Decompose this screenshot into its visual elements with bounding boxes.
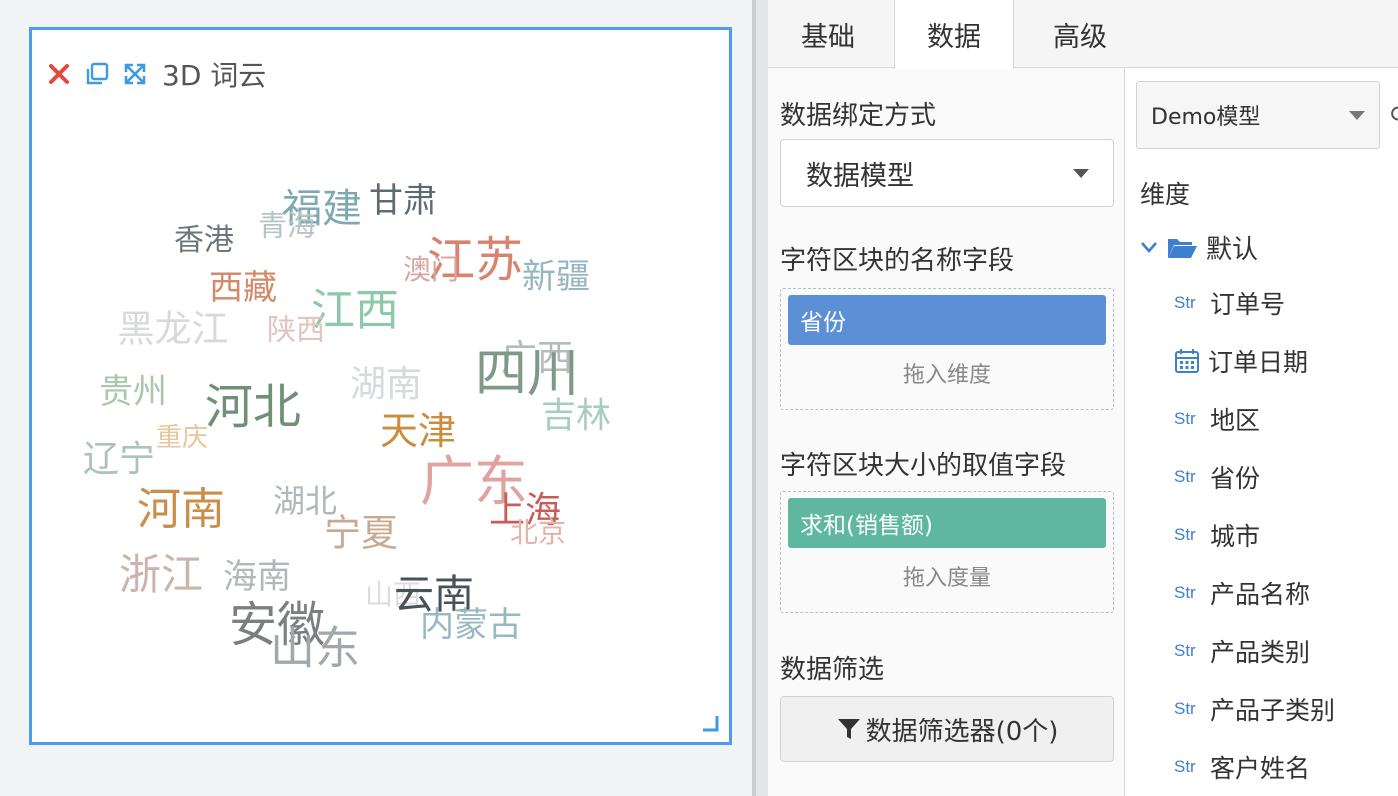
widget-title: 3D 词云 (162, 59, 267, 92)
chevron-down-icon[interactable] (1140, 240, 1158, 254)
cloud-word[interactable]: 四川 (475, 348, 579, 400)
model-select[interactable]: Demo模型 (1136, 81, 1380, 149)
calendar-icon (1175, 349, 1199, 373)
field-item[interactable]: Str 省份 (1174, 457, 1260, 497)
filter-label: 数据筛选 (780, 655, 885, 685)
folder-label: 默认 (1206, 234, 1259, 265)
field-item[interactable]: 订单日期 (1174, 341, 1308, 381)
panel-splitter[interactable] (752, 0, 768, 796)
cloud-word[interactable]: 内蒙古 (420, 608, 522, 642)
filter-icon (837, 719, 860, 739)
tab-data[interactable]: 数据 (894, 0, 1014, 69)
data-filter-button[interactable]: 数据筛选器(0个) (780, 696, 1114, 762)
binding-mode-select[interactable]: 数据模型 (780, 139, 1114, 207)
cloud-word[interactable]: 天津 (380, 412, 456, 450)
folder-open-icon (1168, 239, 1197, 258)
field-name: 产品名称 (1210, 580, 1311, 609)
field-item[interactable]: Str 订单号 (1174, 283, 1285, 323)
string-type-icon: Str (1174, 583, 1196, 602)
cloud-word[interactable]: 贵州 (99, 375, 167, 409)
cloud-word[interactable]: 澳门 (403, 256, 459, 284)
cloud-word[interactable]: 西藏 (209, 271, 277, 305)
name-field-dropzone[interactable]: 省份 拖入维度 (780, 288, 1114, 410)
cloud-word[interactable]: 河南 (137, 488, 225, 532)
fullscreen-icon[interactable] (120, 59, 150, 89)
cloud-word[interactable]: 河北 (205, 383, 301, 431)
field-name: 订单号 (1210, 290, 1286, 319)
field-item[interactable]: Str 产品子类别 (1174, 689, 1335, 729)
field-name: 城市 (1210, 522, 1261, 551)
field-name: 订单日期 (1208, 348, 1309, 377)
binding-mode-value: 数据模型 (806, 160, 914, 192)
field-item[interactable]: Str 客户姓名 (1174, 747, 1310, 787)
tab-advanced[interactable]: 高级 (1020, 0, 1140, 68)
name-field-label: 字符区块的名称字段 (780, 246, 1015, 276)
measure-chip[interactable]: 求和(销售额) (788, 498, 1106, 548)
string-type-icon: Str (1174, 757, 1196, 776)
caret-down-icon (1073, 169, 1089, 178)
tab-basic[interactable]: 基础 (768, 0, 888, 68)
field-name: 地区 (1210, 406, 1261, 435)
string-type-icon: Str (1174, 641, 1196, 660)
properties-panel: 基础 数据 高级 数据绑定方式 数据模型 字符区块的名称字段 省份 拖入维度 字… (768, 0, 1398, 796)
string-type-icon: Str (1174, 293, 1196, 312)
cloud-word[interactable]: 湖南 (350, 367, 422, 403)
dimension-chip[interactable]: 省份 (788, 295, 1106, 345)
panel-tabs: 基础 数据 高级 (768, 0, 1398, 69)
field-item[interactable]: Str 产品名称 (1174, 573, 1310, 613)
cloud-word[interactable]: 黑龙江 (118, 311, 229, 348)
copy-icon[interactable] (82, 59, 112, 89)
widget-toolbar: 3D 词云 (44, 54, 266, 94)
field-name: 产品子类别 (1210, 696, 1336, 725)
cloud-word[interactable]: 山东 (270, 626, 360, 671)
caret-down-icon (1349, 111, 1365, 120)
binding-mode-label: 数据绑定方式 (780, 101, 937, 131)
fields-column: Demo模型 维度 默认 Str 订单号 订单日期 Str 地区 Str 省份 Str 城市 St… (1126, 69, 1398, 796)
field-name: 产品类别 (1210, 638, 1311, 667)
string-type-icon: Str (1174, 409, 1196, 428)
folder-default[interactable]: 默认 (1140, 227, 1258, 267)
dimension-label: 维度 (1140, 180, 1191, 209)
canvas-area: 3D 词云 福建 甘肃 青海 香港 江苏 澳门 新疆 西藏 江西 黑龙江 陕西 广西 四川 湖南 贵州 河北吉… (0, 0, 752, 796)
cloud-word[interactable]: 浙江 (119, 554, 203, 596)
word-cloud-widget[interactable]: 3D 词云 福建 甘肃 青海 香港 江苏 澳门 新疆 西藏 江西 黑龙江 陕西 广西 四川 湖南 贵州 河北吉… (29, 27, 732, 745)
cloud-word[interactable]: 北京 (510, 519, 566, 547)
string-type-icon: Str (1174, 699, 1196, 718)
field-item[interactable]: Str 产品类别 (1174, 631, 1310, 671)
name-field-hint: 拖入维度 (902, 363, 991, 388)
size-field-label: 字符区块大小的取值字段 (780, 451, 1067, 481)
string-type-icon: Str (1174, 467, 1196, 486)
model-select-value: Demo模型 (1151, 105, 1261, 130)
cloud-word[interactable]: 甘肃 (369, 184, 437, 218)
field-item[interactable]: Str 城市 (1174, 515, 1260, 555)
refresh-icon[interactable] (1390, 105, 1398, 125)
cloud-word[interactable]: 辽宁 (83, 442, 155, 478)
cloud-word[interactable]: 香港 (174, 226, 234, 256)
field-item[interactable]: Str 地区 (1174, 399, 1260, 439)
cloud-word[interactable]: 海南 (223, 560, 291, 594)
field-name: 省份 (1210, 464, 1261, 493)
cloud-word[interactable]: 青海 (258, 211, 316, 241)
field-name: 客户姓名 (1210, 754, 1311, 783)
cloud-word[interactable]: 宁夏 (324, 515, 398, 552)
cloud-word[interactable]: 新疆 (522, 260, 590, 294)
size-field-dropzone[interactable]: 求和(销售额) 拖入度量 (780, 491, 1114, 613)
filter-button-label: 数据筛选器(0个) (865, 716, 1059, 747)
close-icon[interactable] (44, 59, 74, 89)
cloud-word[interactable]: 陕西 (267, 315, 325, 345)
cloud-word[interactable]: 重庆 (156, 425, 208, 451)
cloud-word[interactable]: 吉林 (541, 399, 611, 435)
resize-handle-icon[interactable] (701, 714, 719, 732)
string-type-icon: Str (1174, 525, 1196, 544)
size-field-hint: 拖入度量 (902, 566, 991, 591)
data-config-column: 数据绑定方式 数据模型 字符区块的名称字段 省份 拖入维度 字符区块大小的取值字… (768, 69, 1125, 796)
